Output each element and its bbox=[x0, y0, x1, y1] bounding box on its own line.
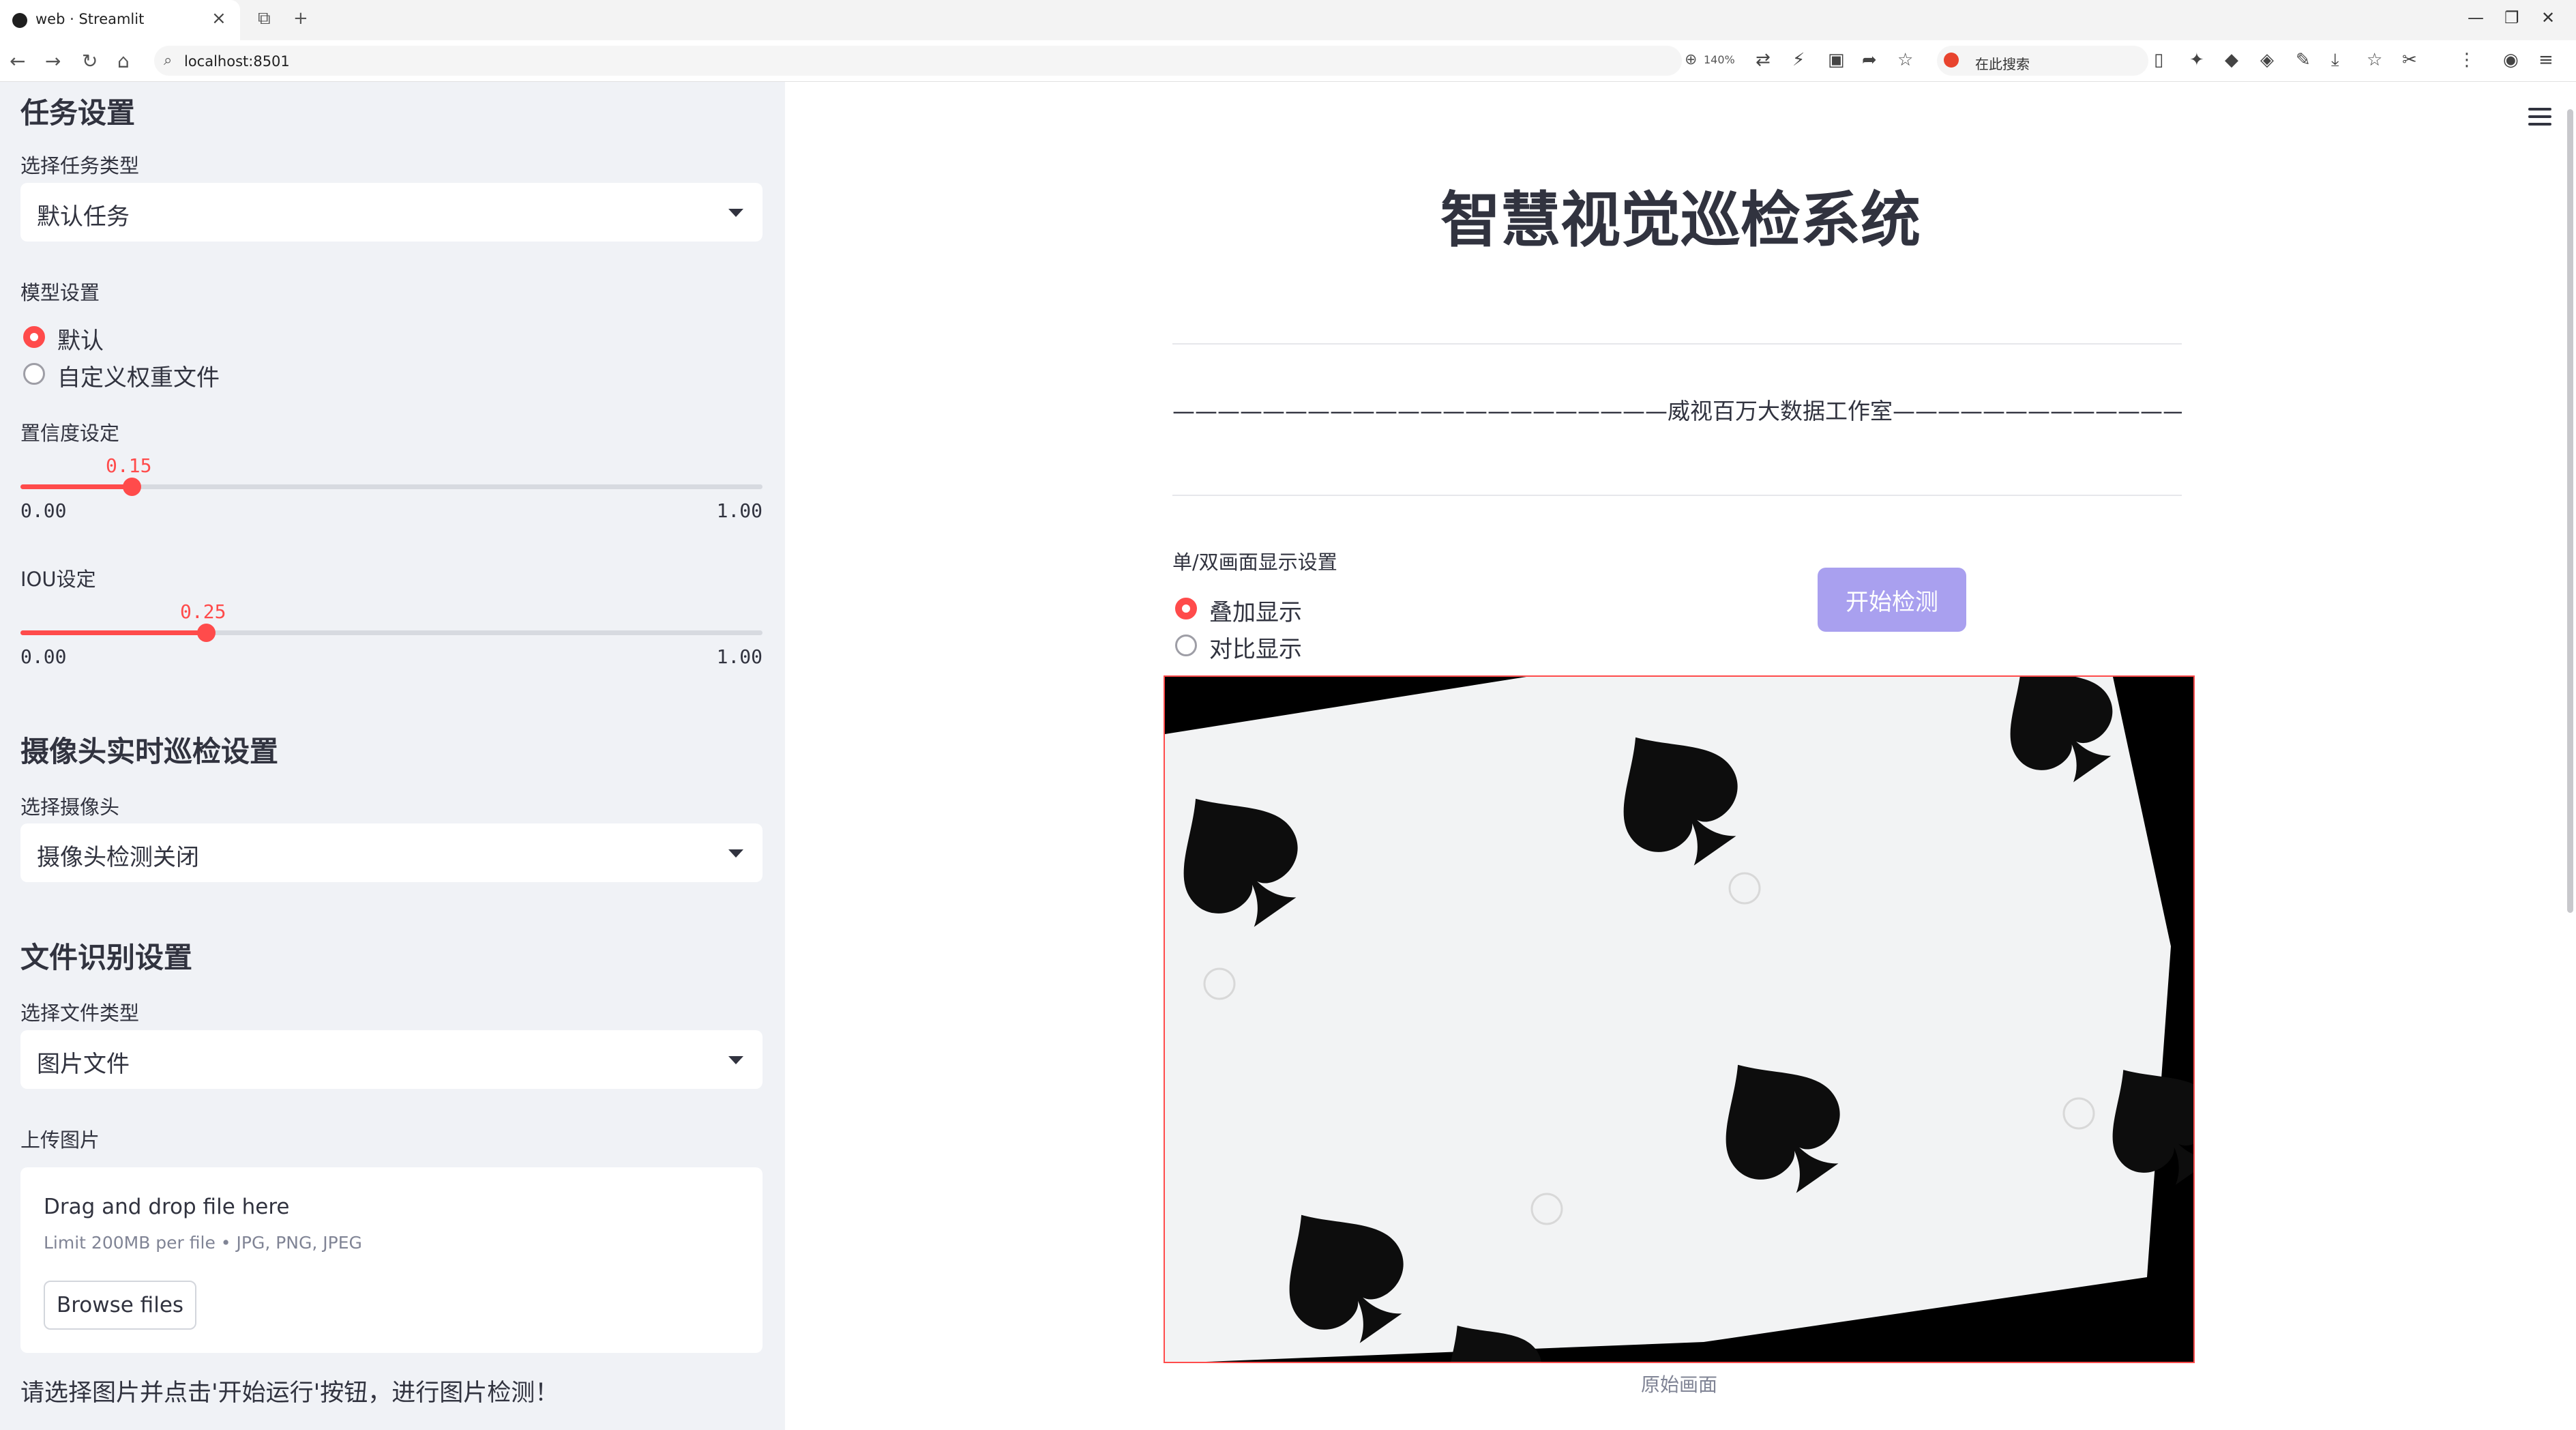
model-settings-label: 模型设置 bbox=[20, 281, 100, 304]
chevron-down-icon bbox=[728, 849, 743, 858]
dropzone-limit: Limit 200MB per file • JPG, PNG, JPEG bbox=[44, 1233, 362, 1253]
chevron-down-icon bbox=[728, 1056, 743, 1064]
download-icon[interactable]: ⤓ bbox=[2331, 50, 2339, 71]
sidebar-instruction: 请选择图片并点击'开始运行'按钮，进行图片检测！ bbox=[20, 1380, 559, 1407]
radio-selected-icon[interactable] bbox=[23, 326, 45, 348]
zoom-level: 140% bbox=[1704, 53, 1735, 66]
tab-title: web · Streamlit bbox=[35, 11, 145, 27]
extension-icon[interactable]: ✎ bbox=[2296, 50, 2311, 70]
divider bbox=[1172, 343, 2182, 345]
minimize-icon[interactable]: — bbox=[2468, 8, 2484, 27]
translate-icon[interactable]: ⇄ bbox=[1756, 50, 1771, 70]
forward-icon[interactable]: → bbox=[45, 50, 61, 72]
dropzone-title: Drag and drop file here bbox=[44, 1195, 290, 1219]
display-option-label: 叠加显示 bbox=[1209, 599, 1302, 626]
image-caption: 原始画面 bbox=[1640, 1373, 1717, 1396]
screenshot-icon[interactable]: ▣ bbox=[1828, 50, 1845, 70]
browser-menu-icon[interactable]: ≡ bbox=[2538, 50, 2553, 70]
address-bar: ← → ↻ ⌂ ⌕ localhost:8501 ⊕ 140% ⇄ ⚡ ▣ ➦ … bbox=[0, 40, 2576, 82]
url-text: localhost:8501 bbox=[184, 53, 290, 70]
slider-value: 0.15 bbox=[106, 454, 152, 477]
avatar-icon[interactable]: ◉ bbox=[2503, 50, 2519, 70]
browser-tab[interactable]: web · Streamlit × bbox=[0, 0, 240, 40]
file-settings-heading: 文件识别设置 bbox=[20, 941, 193, 974]
more-menu-icon[interactable]: ⋮ bbox=[2458, 50, 2476, 70]
back-icon[interactable]: ← bbox=[10, 50, 25, 72]
subtitle: ——————————————————————威视百万大数据工作室————————… bbox=[1172, 398, 2182, 424]
file-type-select[interactable]: 图片文件 bbox=[20, 1030, 763, 1089]
slider-min: 0.00 bbox=[20, 645, 67, 668]
detection-image bbox=[1164, 675, 2195, 1363]
slider-handle[interactable] bbox=[123, 478, 141, 496]
hamburger-menu-icon[interactable] bbox=[2528, 108, 2551, 126]
cut-icon[interactable]: ✂ bbox=[2402, 50, 2417, 70]
display-option-label: 对比显示 bbox=[1209, 636, 1302, 663]
divider bbox=[1172, 495, 2182, 496]
slider-fill bbox=[20, 630, 206, 635]
task-type-select[interactable]: 默认任务 bbox=[20, 183, 763, 242]
extension-icon[interactable]: ◈ bbox=[2260, 50, 2274, 70]
extension-icon[interactable]: ✦ bbox=[2189, 50, 2204, 70]
file-type-value: 图片文件 bbox=[37, 1051, 130, 1078]
camera-settings-heading: 摄像头实时巡检设置 bbox=[20, 735, 279, 768]
browser-chrome: web · Streamlit × ⧉ + — ❐ ✕ ← → ↻ ⌂ ⌕ lo… bbox=[0, 0, 2576, 82]
favorite-star-icon[interactable]: ☆ bbox=[1897, 50, 1913, 70]
page-title: 智慧视觉巡检系统 bbox=[1440, 185, 1921, 255]
camera-select[interactable]: 摄像头检测关闭 bbox=[20, 823, 763, 882]
camera-value: 摄像头检测关闭 bbox=[37, 844, 199, 871]
url-field[interactable]: ⌕ localhost:8501 bbox=[154, 46, 1682, 76]
file-type-label: 选择文件类型 bbox=[20, 1002, 140, 1025]
display-mode-label: 单/双画面显示设置 bbox=[1172, 551, 1337, 574]
browse-files-button[interactable]: Browse files bbox=[44, 1281, 196, 1330]
slider-max: 1.00 bbox=[716, 645, 763, 668]
lightning-icon[interactable]: ⚡ bbox=[1792, 50, 1805, 70]
window-close-icon[interactable]: ✕ bbox=[2541, 8, 2555, 27]
new-tab-icon[interactable]: + bbox=[293, 8, 308, 29]
reload-icon[interactable]: ↻ bbox=[82, 50, 98, 72]
close-tab-icon[interactable]: × bbox=[211, 8, 226, 29]
confidence-slider[interactable]: 0.15 0.00 1.00 bbox=[20, 454, 763, 529]
playing-card-image bbox=[1165, 677, 2193, 1362]
upload-label: 上传图片 bbox=[20, 1128, 100, 1152]
search-engine-logo-icon bbox=[1944, 53, 1959, 68]
slider-handle[interactable] bbox=[197, 624, 216, 642]
chevron-down-icon bbox=[728, 209, 743, 217]
share-icon[interactable]: ➦ bbox=[1862, 50, 1877, 70]
streamlit-favicon-icon bbox=[12, 13, 27, 28]
radio-unselected-icon[interactable] bbox=[1175, 634, 1197, 656]
home-icon[interactable]: ⌂ bbox=[117, 50, 130, 72]
main-content: 智慧视觉巡检系统 ——————————————————————威视百万大数据工作… bbox=[785, 82, 2576, 1430]
task-type-label: 选择任务类型 bbox=[20, 154, 140, 177]
radio-selected-icon[interactable] bbox=[1175, 598, 1197, 619]
sidebar: 任务设置 选择任务类型 默认任务 模型设置 默认 自定义权重文件 置信度设定 0… bbox=[0, 82, 785, 1430]
slider-max: 1.00 bbox=[716, 499, 763, 522]
model-option-label: 默认 bbox=[57, 327, 104, 355]
file-dropzone[interactable]: Drag and drop file here Limit 200MB per … bbox=[20, 1167, 763, 1353]
model-option-label: 自定义权重文件 bbox=[57, 364, 220, 392]
tab-bar: web · Streamlit × ⧉ + — ❐ ✕ bbox=[0, 0, 2576, 40]
bookmarks-icon[interactable]: ☆ bbox=[2367, 50, 2382, 70]
zoom-icon[interactable]: ⊕ bbox=[1685, 51, 1697, 68]
iou-slider[interactable]: 0.25 0.00 1.00 bbox=[20, 600, 763, 675]
task-type-value: 默认任务 bbox=[37, 203, 130, 231]
phone-icon[interactable]: ▯ bbox=[2154, 50, 2163, 70]
tab-group-icon[interactable]: ⧉ bbox=[258, 8, 271, 29]
restore-icon[interactable]: ❐ bbox=[2504, 8, 2519, 27]
search-icon: ⌕ bbox=[164, 52, 173, 69]
confidence-label: 置信度设定 bbox=[20, 422, 120, 445]
search-engine-box[interactable]: 在此搜索 bbox=[1937, 46, 2148, 76]
slider-fill bbox=[20, 484, 132, 489]
start-detection-button[interactable]: 开始检测 bbox=[1818, 568, 1966, 632]
radio-unselected-icon[interactable] bbox=[23, 363, 45, 385]
camera-select-label: 选择摄像头 bbox=[20, 796, 120, 819]
search-engine-placeholder: 在此搜索 bbox=[1975, 56, 2030, 72]
extension-icon[interactable]: ◆ bbox=[2225, 50, 2238, 70]
slider-min: 0.00 bbox=[20, 499, 67, 522]
slider-value: 0.25 bbox=[180, 600, 226, 623]
task-settings-heading: 任务设置 bbox=[20, 96, 136, 130]
iou-label: IOU设定 bbox=[20, 568, 96, 591]
